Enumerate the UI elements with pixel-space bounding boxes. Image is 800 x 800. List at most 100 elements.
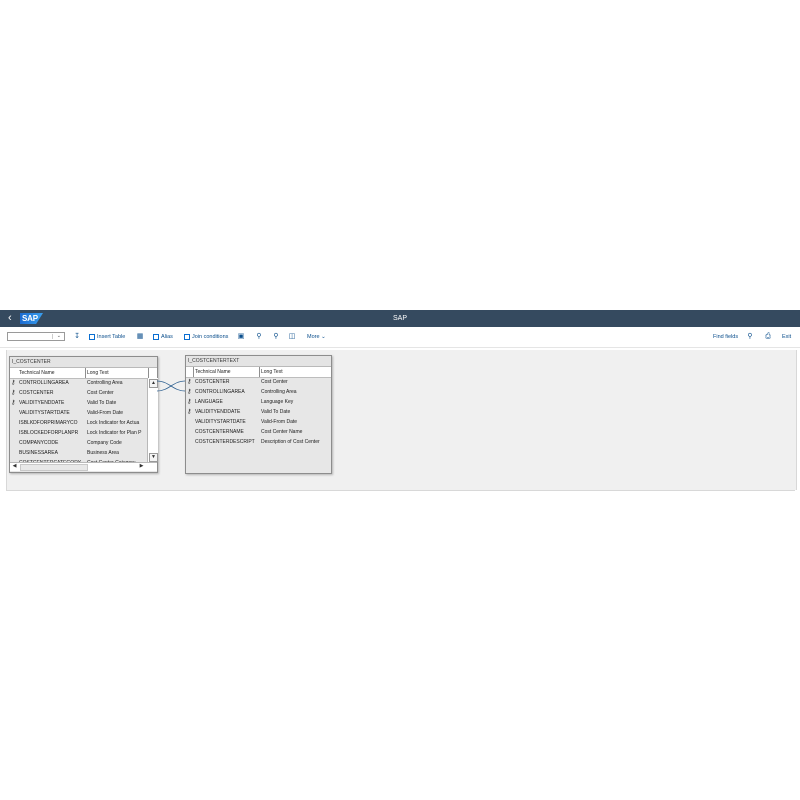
column-divider[interactable] (148, 368, 149, 378)
exit-button[interactable]: Exit (782, 331, 791, 343)
toolbar: ⌄ ↧ Insert Table ▦ Alias Join conditions… (0, 327, 800, 348)
table-i-costcentertext[interactable]: I_COSTCENTERTEXT Technical Name Long Tex… (185, 355, 332, 474)
long-text-cell: Controlling Area (87, 380, 123, 386)
insert-table-label: Insert Table (97, 334, 126, 340)
view-dropdown[interactable]: ⌄ (7, 332, 65, 341)
table-rows: ⚷ COSTCENTER Cost Center ⚷ CONTROLLINGAREA Co… (186, 377, 331, 473)
dropdown-separator (52, 334, 53, 339)
long-text-cell: Valid-From Date (261, 419, 298, 425)
scroll-down-arrow-icon[interactable]: ▼ (149, 453, 158, 462)
join-icon (184, 333, 190, 340)
column-header-technical-name: Technical Name (19, 370, 55, 376)
technical-name-cell: COMPANYCODE (19, 440, 59, 446)
table-row[interactable]: ⚷ CONTROLLINGAREA Controlling Area (186, 387, 331, 397)
canvas-border (6, 490, 795, 491)
table-title: I_COSTCENTER (10, 357, 157, 368)
search-icon[interactable]: ⚲ (745, 332, 755, 342)
scroll-left-arrow-icon[interactable]: ◀ (11, 463, 18, 470)
table-row[interactable]: ⚷ VALIDITYENDDATE Valid To Date (10, 398, 147, 408)
alias-icon (153, 333, 159, 340)
table-row[interactable]: BUSINESSAREA Business Area (10, 448, 147, 458)
zoom-in-icon[interactable]: ⚲ (254, 332, 264, 342)
join-connector[interactable] (155, 375, 187, 395)
exit-label: Exit (782, 334, 792, 340)
delete-icon[interactable]: ▦ (135, 332, 145, 342)
long-text-cell: Lock Indicator for Plan P (87, 430, 142, 436)
technical-name-cell: VALIDITYENDDATE (195, 409, 241, 415)
table-title: I_COSTCENTERTEXT (186, 356, 331, 367)
technical-name-cell: VALIDITYSTARTDATE (195, 419, 246, 425)
shell-bar: ‹ SAP SAP (0, 310, 800, 327)
table-row[interactable]: ⚷ VALIDITYENDDATE Valid To Date (186, 407, 331, 417)
scroll-thumb[interactable] (20, 464, 88, 471)
table-row[interactable]: COSTCENTERDESCRIPT Description of Cost Ce… (186, 437, 331, 447)
column-header-technical-name: Technical Name (195, 369, 231, 375)
long-text-cell: Language Key (261, 399, 294, 405)
technical-name-cell: CONTROLLINGAREA (19, 380, 69, 386)
key-icon: ⚷ (11, 400, 16, 406)
table-row[interactable]: ⚷ COSTCENTER Cost Center (186, 377, 331, 387)
alias-label: Alias (161, 334, 173, 340)
find-fields-button[interactable]: Find fields (713, 331, 738, 343)
diagram-canvas[interactable]: I_COSTCENTER Technical Name Long Text ⚷ C… (6, 350, 797, 490)
chevron-down-icon: ⌄ (321, 334, 326, 340)
technical-name-cell: COSTCENTER (195, 379, 230, 385)
more-button[interactable]: More ⌄ (307, 331, 326, 343)
table-row[interactable]: ⚷ CONTROLLINGAREA Controlling Area (10, 378, 147, 388)
join-conditions-label: Join conditions (192, 334, 229, 340)
long-text-cell: Cost Center (87, 390, 114, 396)
long-text-cell: Description of Cost Center (261, 439, 320, 445)
technical-name-cell: COSTCENTERNAME (195, 429, 244, 435)
table-row[interactable]: VALIDITYSTARTDATE Valid-From Date (186, 417, 331, 427)
key-icon: ⚷ (11, 380, 16, 386)
long-text-cell: Lock Indicator for Actua (87, 420, 140, 426)
table-row[interactable]: ISBLKDFORPRIMARYCO Lock Indicator for Act… (10, 418, 147, 428)
long-text-cell: Business Area (87, 450, 119, 456)
app-title: SAP (392, 315, 407, 322)
long-text-cell: Company Code (87, 440, 122, 446)
table-row[interactable]: VALIDITYSTARTDATE Valid-From Date (10, 408, 147, 418)
technical-name-cell: ISBLKDFORPRIMARYCO (19, 420, 78, 426)
zoom-reset-icon[interactable]: ◫ (287, 332, 297, 342)
table-rows: ⚷ CONTROLLINGAREA Controlling Area ⚷ COSTCEN… (10, 378, 147, 462)
long-text-cell: Cost Center Name (261, 429, 303, 435)
column-divider[interactable] (85, 368, 86, 378)
table-row[interactable]: COMPANYCODE Company Code (10, 438, 147, 448)
fit-to-screen-icon[interactable]: ▣ (236, 332, 246, 342)
table-row[interactable]: ⚷ LANGUAGE Language Key (186, 397, 331, 407)
technical-name-cell: VALIDITYSTARTDATE (19, 410, 70, 416)
more-label: More (307, 334, 320, 340)
technical-name-cell: BUSINESSAREA (19, 450, 58, 456)
technical-name-cell: ISBLOCKEDFORPLANPR (19, 430, 79, 436)
column-divider[interactable] (259, 367, 260, 377)
horizontal-scrollbar[interactable]: ◀ ▶ (10, 462, 157, 471)
import-icon[interactable]: ↧ (72, 332, 82, 342)
technical-name-cell: VALIDITYENDDATE (19, 400, 65, 406)
alias-button[interactable]: Alias (153, 331, 173, 343)
join-conditions-button[interactable]: Join conditions (184, 331, 228, 343)
column-header-long-text: Long Text (261, 369, 283, 375)
key-icon: ⚷ (187, 409, 192, 415)
table-i-costcenter[interactable]: I_COSTCENTER Technical Name Long Text ⚷ C… (9, 356, 158, 473)
scroll-right-arrow-icon[interactable]: ▶ (138, 463, 145, 470)
insert-table-icon (89, 333, 95, 340)
long-text-cell: Valid-From Date (87, 410, 124, 416)
zoom-out-icon[interactable]: ⚲ (271, 332, 281, 342)
technical-name-cell: CONTROLLINGAREA (195, 389, 245, 395)
long-text-cell: Valid To Date (261, 409, 291, 415)
technical-name-cell: COSTCENTER (19, 390, 54, 396)
technical-name-cell: COSTCENTERDESCRIPT (195, 439, 255, 445)
chevron-down-icon: ⌄ (56, 333, 61, 339)
table-row[interactable]: ISBLOCKEDFORPLANPR Lock Indicator for Pla… (10, 428, 147, 438)
key-icon: ⚷ (187, 399, 192, 405)
technical-name-cell: LANGUAGE (195, 399, 223, 405)
column-header-long-text: Long Text (87, 370, 109, 376)
table-row[interactable]: COSTCENTERNAME Cost Center Name (186, 427, 331, 437)
printer-icon[interactable]: ⎙ (763, 332, 773, 342)
long-text-cell: Valid To Date (87, 400, 117, 406)
insert-table-button[interactable]: Insert Table (89, 331, 125, 343)
column-divider[interactable] (193, 367, 194, 377)
find-fields-label: Find fields (713, 334, 739, 340)
key-icon: ⚷ (187, 379, 192, 385)
table-row[interactable]: ⚷ COSTCENTER Cost Center (10, 388, 147, 398)
